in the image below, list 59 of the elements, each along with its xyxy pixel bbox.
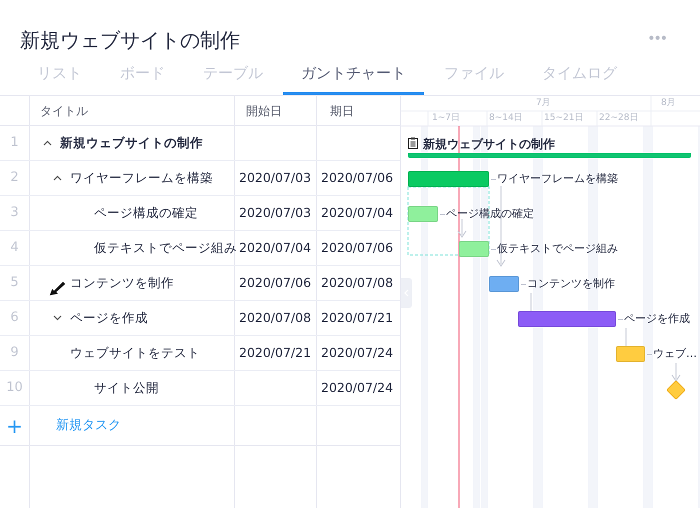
task-bar-label: 仮テキストでページ組み	[497, 241, 618, 257]
row-number: 10	[6, 379, 23, 398]
due-date: 2020/07/21	[321, 308, 394, 327]
row-number: 9	[10, 344, 19, 362]
week-label: 8~14日	[489, 112, 523, 125]
month-label: 7月	[536, 97, 551, 110]
start-date: 2020/07/21	[239, 344, 312, 362]
due-date: 2020/07/06	[321, 238, 394, 257]
task-bar-label: コンテンツを制作	[527, 276, 615, 292]
task-bar-label: ページを作成	[624, 311, 690, 327]
due-date: 2020/07/24	[321, 378, 394, 397]
project-title: 新規ウェブサイトの制作	[20, 26, 240, 54]
row-number: 4	[10, 239, 19, 258]
task-title[interactable]: 新規ウェブサイトの制作	[60, 134, 203, 152]
column-header: 開始日	[246, 102, 282, 120]
due-date: 2020/07/06	[321, 168, 394, 187]
column-header: タイトル	[40, 102, 88, 120]
collapse-caret-icon[interactable]	[42, 140, 52, 146]
task-title[interactable]: ウェブサイトをテスト	[70, 344, 200, 362]
task-bar[interactable]	[616, 346, 645, 362]
due-date: 2020/07/08	[321, 274, 394, 292]
task-bar[interactable]	[489, 276, 519, 292]
start-date: 2020/07/06	[239, 274, 312, 292]
start-date: 2020/07/04	[239, 238, 312, 257]
task-bar[interactable]	[518, 311, 616, 327]
row-number: 3	[10, 204, 19, 222]
task-title[interactable]: ページ構成の確定	[94, 204, 198, 222]
collapse-caret-icon[interactable]	[52, 175, 62, 181]
tab[interactable]: ガントチャート	[283, 55, 424, 95]
row-number: 5	[10, 274, 19, 292]
task-title[interactable]: 仮テキストでページ組み	[94, 238, 237, 258]
task-bar[interactable]	[459, 241, 489, 257]
task-bar[interactable]	[408, 206, 438, 222]
week-label: 1~7日	[432, 112, 460, 125]
start-date: 2020/07/03	[239, 168, 312, 187]
task-title[interactable]: ページを作成	[70, 308, 148, 328]
week-label: 15~21日	[544, 112, 584, 125]
row-number: 1	[10, 134, 19, 152]
task-bar[interactable]	[408, 171, 489, 187]
dependency-arrow	[672, 362, 680, 382]
month-label: 8月	[661, 97, 676, 110]
row-number: 6	[10, 309, 19, 328]
due-date: 2020/07/04	[321, 204, 394, 222]
dependency-arrow	[458, 218, 466, 238]
task-title[interactable]: コンテンツを制作	[70, 274, 174, 292]
cursor-icon	[48, 280, 68, 297]
start-date: 2020/07/08	[239, 308, 312, 327]
task-bar-label: ウェブ…	[653, 346, 697, 362]
task-title[interactable]: ワイヤーフレームを構築	[70, 168, 213, 188]
start-date: 2020/07/03	[239, 204, 312, 222]
clipboard-icon	[408, 137, 418, 149]
row-number: 2	[10, 169, 19, 188]
week-label: 22~28日	[599, 112, 638, 125]
task-title[interactable]: サイト公開	[94, 378, 159, 398]
due-date: 2020/07/24	[321, 344, 394, 362]
task-bar-label: ワイヤーフレームを構築	[497, 171, 618, 187]
column-header: 期日	[330, 102, 354, 120]
summary-label: 新規ウェブサイトの制作	[423, 136, 555, 153]
expand-caret-icon[interactable]	[52, 315, 62, 321]
